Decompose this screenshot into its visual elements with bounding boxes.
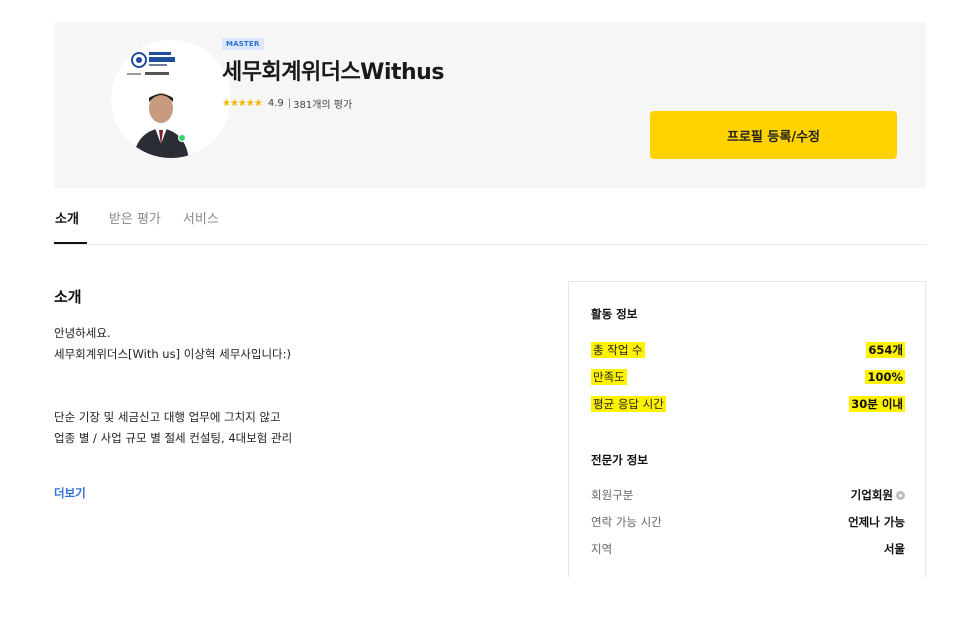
intro-line: 안녕하세요. [54,326,111,340]
intro-line: 단순 기장 및 세금신고 대행 업무에 그치지 않고 [54,410,281,424]
edit-profile-button[interactable]: 프로필 등록/수정 [650,111,897,159]
info-region: 지역 서울 [591,541,905,557]
info-label: 연락 가능 시간 [591,515,662,529]
stat-response-time: 평균 응답 시간 30분 이내 [591,394,905,414]
stat-label: 총 작업 수 [591,342,645,358]
info-member-type: 회원구분 기업회원 [591,487,905,503]
info-label: 지역 [591,542,613,556]
tax-firm-logo-icon [127,52,175,75]
intro-spacer [54,365,292,407]
tab-reviews[interactable]: 받은 평가 [109,204,161,244]
info-panel: 활동 정보 총 작업 수 654개 만족도 100% 평균 응답 시간 30분 … [568,281,926,577]
rating-row: ★★★★★ 4.9 | 381개의 평가 [222,96,352,111]
expert-name: 세무회계위더스Withus [222,60,444,85]
profile-tabs: 소개 받은 평가 서비스 [54,204,241,244]
review-count: 381개의 평가 [293,100,353,111]
intro-line: 세무회계위더스[With us] 이상혁 세무사입니다:) [54,347,291,361]
stat-value: 654개 [866,342,905,358]
stat-value: 30분 이내 [849,396,905,412]
tabs-divider [54,244,926,245]
expert-heading: 전문가 정보 [591,453,648,467]
master-badge: MASTER [222,38,264,50]
rating-separator: | [287,98,292,109]
info-contact-time: 연락 가능 시간 언제나 가능 [591,514,905,530]
more-link[interactable]: 더보기 [54,485,86,501]
info-value: 서울 [883,542,905,556]
member-type-value: 기업회원 [850,488,893,502]
stat-satisfaction: 만족도 100% [591,367,905,387]
star-icon: ★★★★★ [222,98,263,109]
stat-label: 평균 응답 시간 [591,396,666,412]
stat-value: 100% [865,370,905,384]
help-circle-icon[interactable] [896,490,905,500]
intro-title: 소개 [54,288,82,306]
activity-heading: 활동 정보 [591,307,638,321]
info-label: 회원구분 [591,488,634,502]
online-status-dot [178,134,186,142]
tab-services[interactable]: 서비스 [183,204,219,244]
rating-score: 4.9 [267,98,284,109]
profile-header-card: MASTER 세무회계위더스Withus ★★★★★ 4.9 | 381개의 평… [54,22,926,188]
tab-intro[interactable]: 소개 [54,204,87,244]
stat-label: 만족도 [591,369,627,385]
stat-total-jobs: 총 작업 수 654개 [591,340,905,360]
intro-body: 안녕하세요. 세무회계위더스[With us] 이상혁 세무사입니다:) 단순 … [54,323,292,449]
avatar [111,40,231,158]
info-value: 언제나 가능 [848,515,905,529]
info-value: 기업회원 [851,487,905,503]
intro-line: 업종 별 / 사업 규모 별 절세 컨설팅, 4대보험 관리 [54,431,293,445]
person-photo-icon [133,93,189,158]
